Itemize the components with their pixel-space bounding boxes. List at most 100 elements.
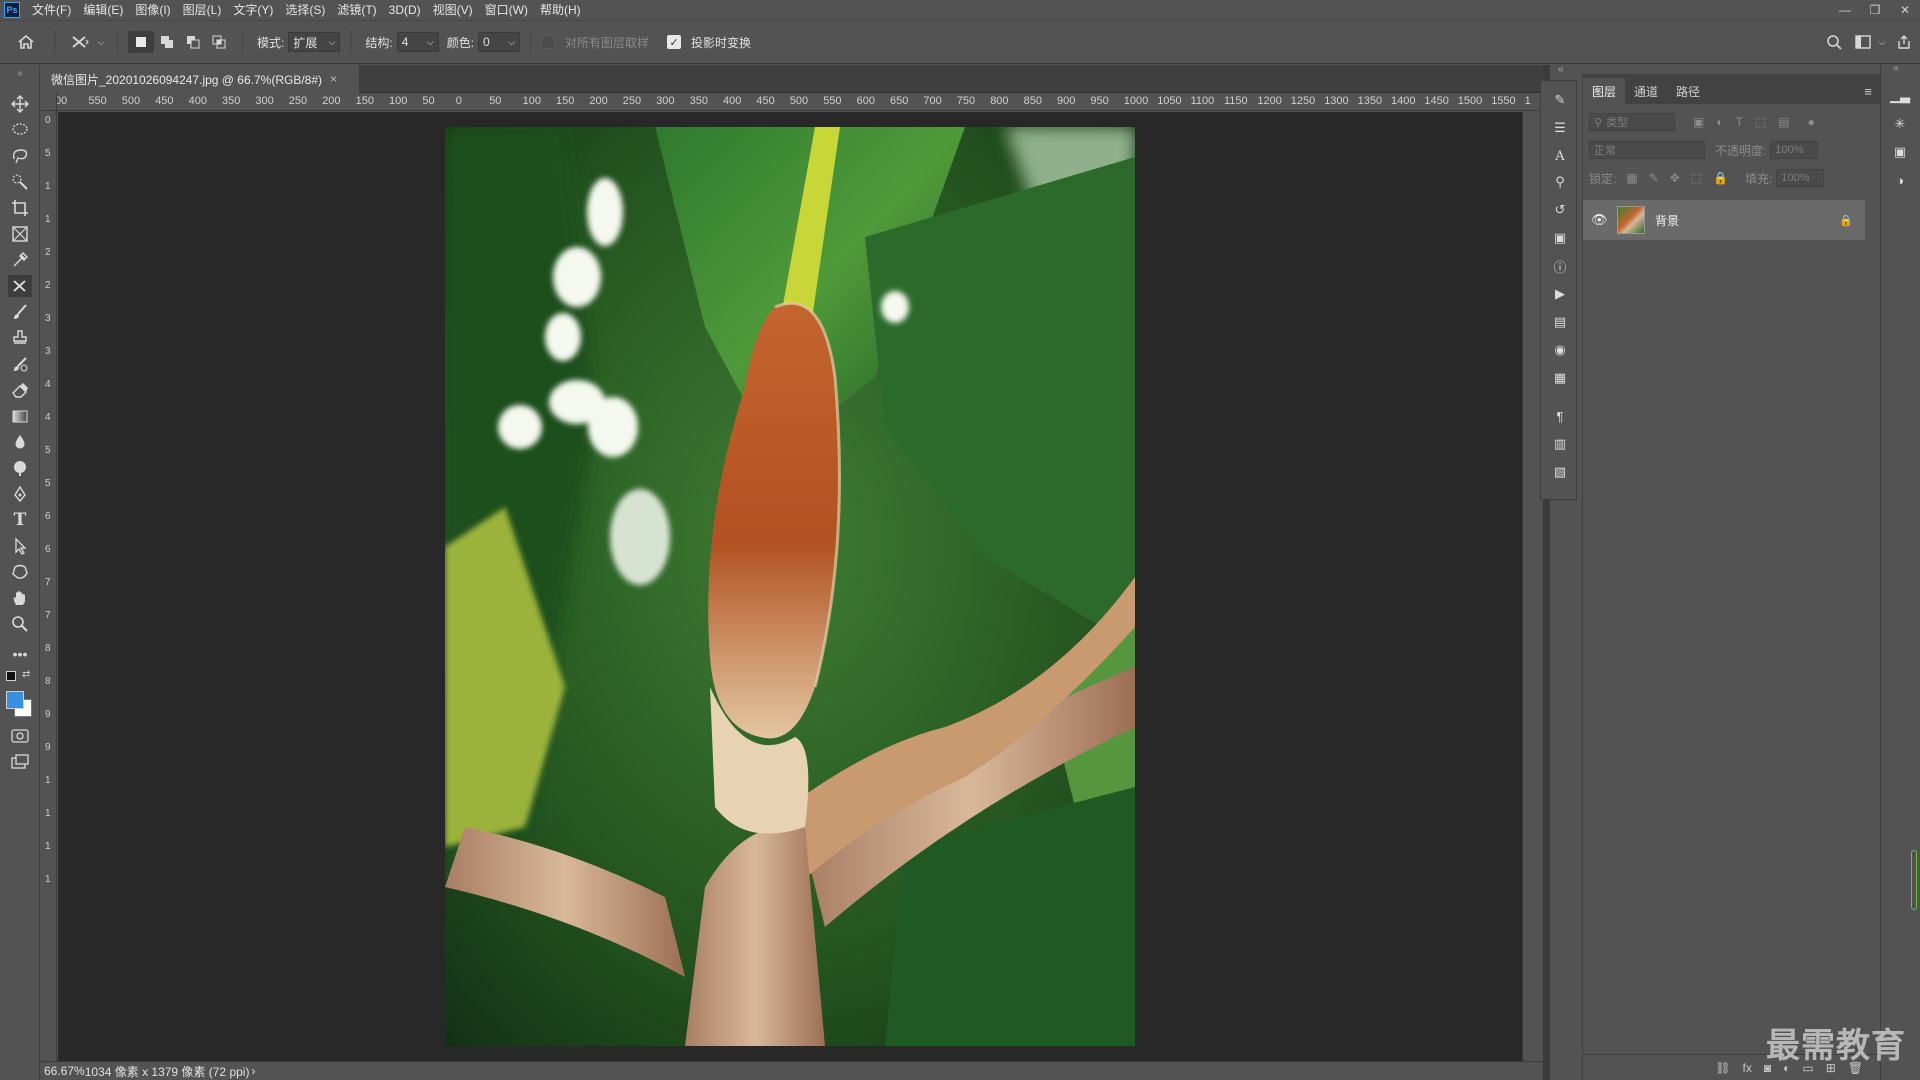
menu-filter[interactable]: 滤镜(T) <box>331 0 382 20</box>
link-layers-icon[interactable]: ⛓ <box>1715 1061 1730 1075</box>
menu-3d[interactable]: 3D(D) <box>383 0 427 20</box>
sample-all-layers-checkbox[interactable] <box>541 35 556 49</box>
brush-settings-icon[interactable]: ✎ <box>1551 91 1569 109</box>
status-menu-arrow-icon[interactable]: › <box>251 1064 255 1078</box>
eyedropper-tool-icon[interactable] <box>8 249 32 271</box>
menu-type[interactable]: 文字(Y) <box>227 0 279 20</box>
custom-shape-tool-icon[interactable] <box>8 561 32 583</box>
more-tools-icon[interactable]: ••• <box>8 643 32 665</box>
actions-play-icon[interactable]: ▶ <box>1551 285 1569 303</box>
layer-row[interactable]: 👁 背景 🔒 <box>1583 200 1865 240</box>
screen-mode-icon[interactable] <box>8 751 32 773</box>
vertical-ruler[interactable]: 0 5 1 1 2 2 3 3 4 4 5 5 6 6 7 7 8 8 9 9 1 1 1 1 <box>41 111 57 1061</box>
visibility-eye-icon[interactable]: 👁 <box>1591 212 1609 228</box>
blend-mode-dropdown[interactable]: 正常 <box>1589 141 1705 159</box>
layer-style-fx-icon[interactable]: fx <box>1743 1061 1752 1075</box>
document-image[interactable] <box>445 127 1135 1046</box>
lasso-tool-icon[interactable] <box>8 119 32 141</box>
quick-mask-icon[interactable] <box>8 725 32 747</box>
frame-tool-icon[interactable] <box>8 223 32 245</box>
adjustments-icon[interactable]: ◑ <box>1891 171 1909 189</box>
character-panel-icon[interactable]: A <box>1551 147 1569 165</box>
fill-field[interactable]: 100% <box>1776 169 1825 187</box>
layer-name[interactable]: 背景 <box>1655 212 1679 229</box>
info-icon[interactable]: ⓘ <box>1551 257 1569 275</box>
menu-file[interactable]: 文件(F) <box>26 0 77 20</box>
content-aware-move-tool-icon[interactable] <box>65 34 95 50</box>
horizontal-ruler[interactable]: 0055050045040035030025020015010050050100… <box>57 93 1543 111</box>
foreground-color-swatch[interactable] <box>6 691 24 709</box>
tab-paths[interactable]: 路径 <box>1667 78 1709 104</box>
share-icon[interactable] <box>1888 34 1920 50</box>
clone-source-icon[interactable]: ⚲ <box>1551 173 1569 191</box>
3d-panel-icon[interactable]: ◉ <box>1551 341 1569 359</box>
eraser-tool-icon[interactable] <box>8 379 32 401</box>
blur-tool-icon[interactable] <box>8 431 32 453</box>
polygonal-lasso-tool-icon[interactable] <box>8 145 32 167</box>
adjust-sliders-icon[interactable]: ☰ <box>1551 119 1569 137</box>
brush-tool-icon[interactable] <box>8 301 32 323</box>
menu-edit[interactable]: 编辑(E) <box>77 0 129 20</box>
properties-icon[interactable]: ▣ <box>1551 229 1569 247</box>
intersect-selection-icon[interactable] <box>206 35 232 49</box>
history-brush-tool-icon[interactable] <box>8 353 32 375</box>
type-tool-icon[interactable]: T <box>8 509 32 531</box>
menu-image[interactable]: 图像(I) <box>129 0 176 20</box>
path-selection-tool-icon[interactable] <box>8 535 32 557</box>
history-icon[interactable]: ↺ <box>1551 201 1569 219</box>
home-icon[interactable] <box>8 34 44 50</box>
dodge-tool-icon[interactable] <box>8 457 32 479</box>
panel-menu-icon[interactable]: ≡ <box>1855 78 1881 104</box>
close-window-icon[interactable]: ✕ <box>1890 0 1920 20</box>
workspace-chevron-icon[interactable]: ⌵ <box>1876 37 1888 48</box>
zoom-tool-icon[interactable] <box>8 613 32 635</box>
opacity-field[interactable]: 100% <box>1770 141 1819 159</box>
filter-kind-dropdown[interactable]: ⚲ 类型 <box>1589 113 1675 131</box>
tool-preset-chevron-icon[interactable]: ⌵ <box>95 37 107 48</box>
swatches-icon[interactable]: ▤ <box>1551 313 1569 331</box>
menu-window[interactable]: 窗口(W) <box>479 0 534 20</box>
histogram-icon[interactable]: ▁▃ <box>1890 87 1910 105</box>
close-tab-icon[interactable]: × <box>330 72 337 86</box>
swap-colors-icon[interactable]: ⇄ <box>22 669 30 680</box>
panel-scroll-indicator[interactable] <box>1911 850 1917 910</box>
workspace-icon[interactable] <box>1850 35 1876 49</box>
zoom-level[interactable]: 66.67% <box>44 1064 85 1078</box>
subtract-from-selection-icon[interactable] <box>180 35 206 49</box>
pen-tool-icon[interactable] <box>8 483 32 505</box>
color-dropdown[interactable]: 0 ⌵ <box>478 32 521 52</box>
collapse-dock-icon[interactable]: « <box>1558 64 1564 75</box>
tab-channels[interactable]: 通道 <box>1625 78 1667 104</box>
add-to-selection-icon[interactable] <box>154 35 180 49</box>
hand-tool-icon[interactable] <box>8 587 32 609</box>
minimize-icon[interactable]: — <box>1830 0 1860 20</box>
menu-select[interactable]: 选择(S) <box>279 0 331 20</box>
gradient-tool-icon[interactable] <box>8 405 32 427</box>
clone-stamp-tool-icon[interactable] <box>8 327 32 349</box>
structure-dropdown[interactable]: 4 ⌵ <box>396 32 439 52</box>
menu-layer[interactable]: 图层(L) <box>177 0 228 20</box>
new-selection-icon[interactable] <box>128 31 154 53</box>
default-colors-icon[interactable] <box>6 671 16 681</box>
notes-icon[interactable]: ▧ <box>1551 463 1569 481</box>
search-icon[interactable] <box>1818 34 1850 50</box>
paragraph-icon[interactable]: ¶ <box>1551 407 1569 425</box>
content-aware-move-tool-icon[interactable] <box>8 275 32 297</box>
lock-options-icons[interactable]: ▦✎✥⬚🔒 <box>1626 171 1739 185</box>
navigator-icon[interactable]: ✳ <box>1891 115 1909 133</box>
filter-toggle-icon[interactable]: ● <box>1808 115 1815 129</box>
libraries-icon[interactable]: ▣ <box>1891 143 1909 161</box>
transform-on-drop-checkbox[interactable]: ✓ <box>667 35 682 49</box>
document-tab[interactable]: 微信图片_20201026094247.jpg @ 66.7%(RGB/8#) … <box>41 65 359 93</box>
collapse-right-icon[interactable]: « <box>1893 63 1899 74</box>
table-icon[interactable]: ▦ <box>1551 369 1569 387</box>
menu-view[interactable]: 视图(V) <box>427 0 479 20</box>
filter-icons[interactable]: ▣◐T⬚▤ <box>1693 115 1802 129</box>
move-tool-icon[interactable] <box>8 93 32 115</box>
mode-dropdown[interactable]: 扩展 ⌵ <box>288 32 341 52</box>
menu-help[interactable]: 帮助(H) <box>534 0 587 20</box>
quick-selection-tool-icon[interactable] <box>8 171 32 193</box>
tab-layers[interactable]: 图层 <box>1583 78 1626 104</box>
crop-tool-icon[interactable] <box>8 197 32 219</box>
restore-icon[interactable]: ❐ <box>1860 0 1890 20</box>
